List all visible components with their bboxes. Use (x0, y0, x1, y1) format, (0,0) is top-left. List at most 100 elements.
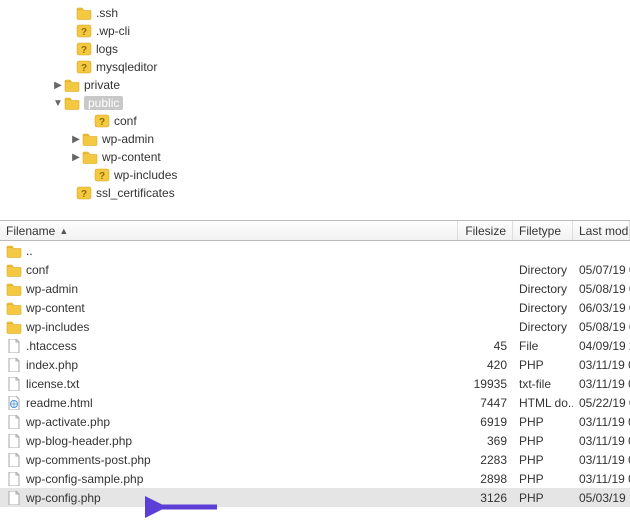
list-row[interactable]: .htaccess45File04/09/19 20:... (0, 336, 630, 355)
tree-item-label: .wp-cli (96, 24, 130, 38)
header-filename[interactable]: Filename ▲ (0, 221, 458, 240)
cell-filetype: PHP (513, 358, 573, 372)
list-row[interactable]: license.txt19935txt-file03/11/19 00:... (0, 374, 630, 393)
file-icon (6, 377, 22, 391)
folder-tree[interactable]: .ssh .wp-cli logs mysqleditor ▶ private ▼publi… (0, 0, 630, 220)
tree-item[interactable]: .wp-cli (0, 22, 630, 40)
tree-item-label: ssl_certificates (96, 186, 175, 200)
folder-icon (6, 282, 22, 296)
tree-item[interactable]: wp-includes (0, 166, 630, 184)
cell-filesize: 19935 (458, 377, 513, 391)
list-row[interactable]: readme.html7447HTML do...05/22/19 04:... (0, 393, 630, 412)
cell-filename: wp-includes (0, 320, 458, 334)
tree-item-label: wp-includes (114, 168, 177, 182)
tree-item[interactable]: ▶ private (0, 76, 630, 94)
tree-item[interactable]: .ssh (0, 4, 630, 22)
cell-filename: wp-content (0, 301, 458, 315)
cell-filesize: 2898 (458, 472, 513, 486)
tree-item-label: logs (96, 42, 118, 56)
sort-asc-icon: ▲ (59, 226, 68, 236)
cell-filetype: PHP (513, 472, 573, 486)
file-name-label: index.php (26, 358, 78, 372)
cell-filename: wp-admin (0, 282, 458, 296)
cell-modified: 04/09/19 20:... (573, 339, 630, 353)
cell-filename: .. (0, 244, 458, 258)
file-name-label: .htaccess (26, 339, 77, 353)
cell-filename: wp-comments-post.php (0, 453, 458, 467)
folder-icon (64, 96, 80, 110)
cell-filetype: Directory (513, 320, 573, 334)
list-body[interactable]: ..confDirectory05/07/19 04:...wp-adminDi… (0, 241, 630, 507)
question-folder-icon (76, 24, 92, 38)
cell-filetype: PHP (513, 434, 573, 448)
tree-item[interactable]: ▼public (0, 94, 630, 112)
header-filename-label: Filename (6, 224, 55, 238)
list-row[interactable]: wp-includes Directory05/08/19 00:... (0, 317, 630, 336)
cell-filesize: 2283 (458, 453, 513, 467)
file-name-label: wp-config.php (26, 491, 101, 505)
php-icon (6, 415, 22, 429)
cell-filesize: 420 (458, 358, 513, 372)
tree-item-label: private (84, 78, 120, 92)
tree-item-label: conf (114, 114, 137, 128)
file-name-label: wp-comments-post.php (26, 453, 151, 467)
tree-item[interactable]: conf (0, 112, 630, 130)
cell-filename: wp-blog-header.php (0, 434, 458, 448)
tree-item-label: mysqleditor (96, 60, 157, 74)
header-modified[interactable]: Last modified (573, 221, 630, 240)
disclosure-icon[interactable]: ▶ (70, 134, 82, 145)
tree-item[interactable]: ▶ wp-admin (0, 130, 630, 148)
question-folder-icon (76, 42, 92, 56)
question-folder-icon (76, 60, 92, 74)
list-row[interactable]: conf Directory05/07/19 04:... (0, 260, 630, 279)
cell-filesize: 369 (458, 434, 513, 448)
cell-filetype: Directory (513, 263, 573, 277)
tree-item[interactable]: logs (0, 40, 630, 58)
list-row[interactable]: wp-blog-header.php 369PHP03/11/19 00:... (0, 431, 630, 450)
list-header[interactable]: Filename ▲ Filesize Filetype Last modifi… (0, 221, 630, 241)
list-row[interactable]: wp-contentDirectory06/03/19 00:... (0, 298, 630, 317)
file-name-label: conf (26, 263, 49, 277)
folder-icon (6, 244, 22, 258)
disclosure-icon[interactable]: ▼ (52, 98, 64, 109)
tree-item-label: wp-admin (102, 132, 154, 146)
tree-item[interactable]: mysqleditor (0, 58, 630, 76)
header-filesize[interactable]: Filesize (458, 221, 513, 240)
cell-modified: 05/08/19 00:... (573, 320, 630, 334)
cell-modified: 05/07/19 04:... (573, 263, 630, 277)
cell-filename: license.txt (0, 377, 458, 391)
file-name-label: wp-content (26, 301, 85, 315)
list-row[interactable]: wp-config-sample.php2898PHP03/11/19 00:.… (0, 469, 630, 488)
cell-modified: 03/11/19 00:... (573, 453, 630, 467)
tree-item[interactable]: ssl_certificates (0, 184, 630, 202)
php-icon (6, 453, 22, 467)
header-filetype[interactable]: Filetype (513, 221, 573, 240)
cell-filesize: 7447 (458, 396, 513, 410)
cell-filetype: PHP (513, 491, 573, 505)
php-icon (6, 472, 22, 486)
folder-icon (82, 132, 98, 146)
cell-modified: 06/03/19 00:... (573, 301, 630, 315)
file-name-label: wp-includes (26, 320, 89, 334)
cell-filetype: Directory (513, 282, 573, 296)
cell-modified: 03/11/19 00:... (573, 434, 630, 448)
cell-filename: wp-config-sample.php (0, 472, 458, 486)
list-row[interactable]: wp-adminDirectory05/08/19 00:... (0, 279, 630, 298)
list-row[interactable]: .. (0, 241, 630, 260)
disclosure-icon[interactable]: ▶ (52, 80, 64, 91)
cell-modified: 05/03/19 10:... (573, 491, 630, 505)
list-row[interactable]: wp-comments-post.php2283PHP03/11/19 00:.… (0, 450, 630, 469)
disclosure-icon[interactable]: ▶ (70, 152, 82, 163)
tree-item-label: wp-content (102, 150, 161, 164)
file-name-label: wp-blog-header.php (26, 434, 132, 448)
list-row[interactable]: index.php420PHP03/11/19 00:... (0, 355, 630, 374)
list-row[interactable]: wp-activate.php6919PHP03/11/19 00:... (0, 412, 630, 431)
list-row[interactable]: wp-config.php 3126PHP05/03/19 10:... (0, 488, 630, 507)
cell-filesize: 3126 (458, 491, 513, 505)
tree-item[interactable]: ▶ wp-content (0, 148, 630, 166)
cell-modified: 03/11/19 00:... (573, 415, 630, 429)
file-name-label: readme.html (26, 396, 93, 410)
cell-modified: 05/22/19 04:... (573, 396, 630, 410)
file-icon (6, 339, 22, 353)
php-icon (6, 491, 22, 505)
